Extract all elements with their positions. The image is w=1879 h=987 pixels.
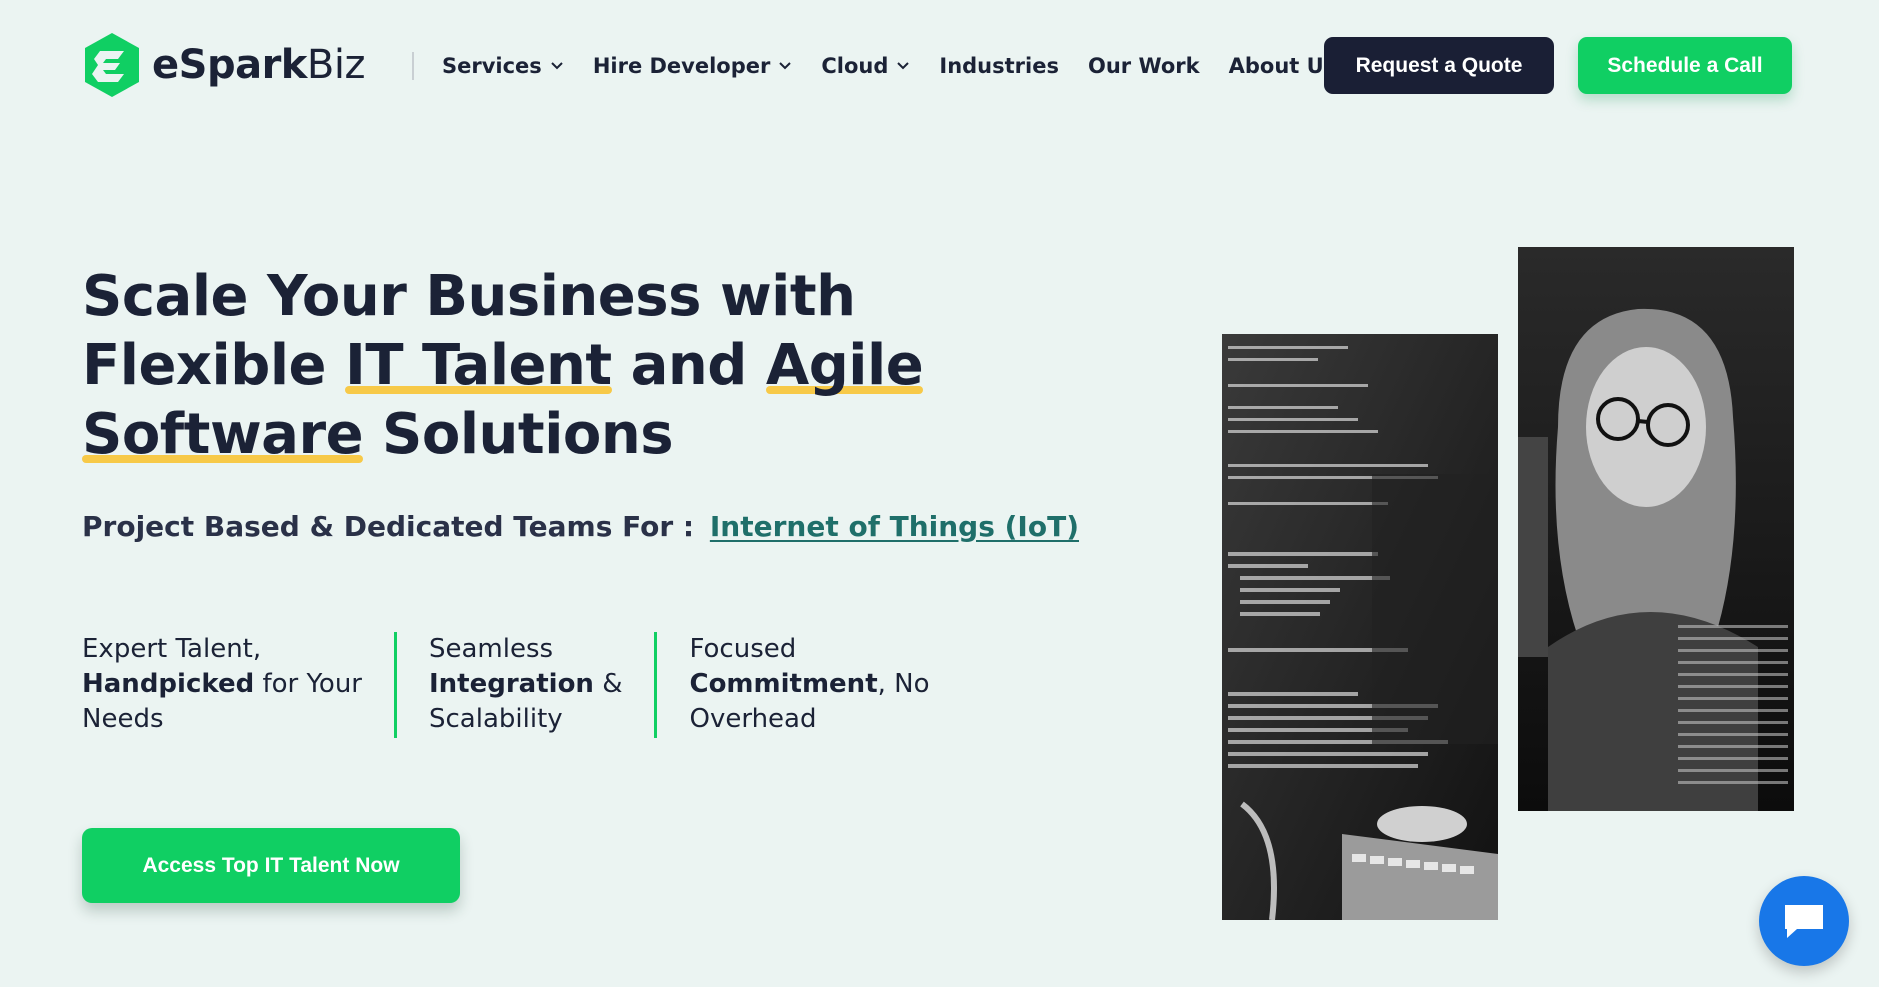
nav-item-cloud[interactable]: Cloud [821, 54, 910, 78]
feature-text: , No [877, 669, 930, 699]
hero-title-text: Solutions [363, 402, 674, 467]
highlight-software: Software [82, 402, 364, 467]
feature-bold: Commitment [689, 669, 878, 699]
code-screen-illustration [1222, 334, 1498, 920]
feature-text: Seamless [429, 634, 554, 664]
request-quote-button[interactable]: Request a Quote [1324, 37, 1554, 94]
feature-text: Needs [82, 704, 164, 734]
developer-portrait-illustration [1518, 247, 1794, 811]
chat-icon [1785, 905, 1823, 938]
feature-item: Focused Commitment, No Overhead [689, 632, 929, 740]
feature-text: for Your [254, 669, 362, 699]
main-nav: Services Hire Developer Cloud Industries… [442, 44, 1387, 88]
highlight-it-talent: IT Talent [345, 333, 612, 398]
subtitle-text: Project Based & Dedicated Teams For : [82, 510, 695, 543]
brand-name-light: Biz [306, 42, 366, 88]
header-divider [412, 52, 414, 80]
chevron-down-icon [779, 62, 792, 70]
access-talent-button[interactable]: Access Top IT Talent Now [82, 828, 460, 903]
feature-text: & [593, 669, 623, 699]
hero-title-text: Flexible [82, 333, 346, 398]
subtitle-link-iot[interactable]: Internet of Things (IoT) [710, 510, 1079, 543]
highlight-agile: Agile [765, 333, 924, 398]
nav-item-industries[interactable]: Industries [939, 54, 1059, 78]
hero-title-line1: Scale Your Business with [82, 264, 856, 329]
feature-text: Overhead [689, 704, 817, 734]
nav-item-services[interactable]: Services [442, 54, 564, 78]
feature-item: Expert Talent, Handpicked for Your Needs [82, 632, 362, 740]
nav-item-our-work[interactable]: Our Work [1088, 54, 1200, 78]
hero-subtitle: Project Based & Dedicated Teams For : In… [82, 510, 1079, 543]
feature-text: Scalability [429, 704, 563, 734]
site-header: eSparkBiz Services Hire Developer Cloud … [0, 0, 1879, 130]
nav-label: Cloud [821, 54, 889, 78]
feature-divider [394, 632, 397, 738]
chat-button[interactable] [1759, 876, 1849, 966]
feature-text: Expert Talent, [82, 634, 262, 664]
feature-list: Expert Talent, Handpicked for Your Needs… [82, 632, 930, 740]
nav-label: Industries [939, 54, 1059, 78]
nav-item-hire-developer[interactable]: Hire Developer [593, 54, 793, 78]
chevron-down-icon [551, 62, 563, 70]
hero-title-text: and [611, 333, 766, 398]
feature-bold: Integration [429, 669, 594, 699]
nav-label: About Us [1228, 54, 1337, 78]
feature-item: Seamless Integration & Scalability [429, 632, 622, 740]
feature-bold: Handpicked [82, 669, 255, 699]
hero-image-code [1222, 334, 1498, 920]
nav-label: Services [442, 54, 542, 78]
schedule-call-button[interactable]: Schedule a Call [1578, 37, 1792, 94]
hero-image-developer [1518, 247, 1794, 811]
logo[interactable]: eSparkBiz [82, 30, 365, 100]
feature-text: Focused [689, 634, 797, 664]
nav-label: Our Work [1087, 54, 1200, 78]
nav-label: Hire Developer [592, 54, 771, 78]
espark-logo-icon [85, 33, 139, 97]
brand-name-bold: eSpark [152, 42, 307, 88]
feature-divider [654, 632, 658, 738]
chevron-down-icon [897, 62, 910, 70]
hero-title: Scale Your Business with Flexible IT Tal… [82, 262, 1042, 469]
